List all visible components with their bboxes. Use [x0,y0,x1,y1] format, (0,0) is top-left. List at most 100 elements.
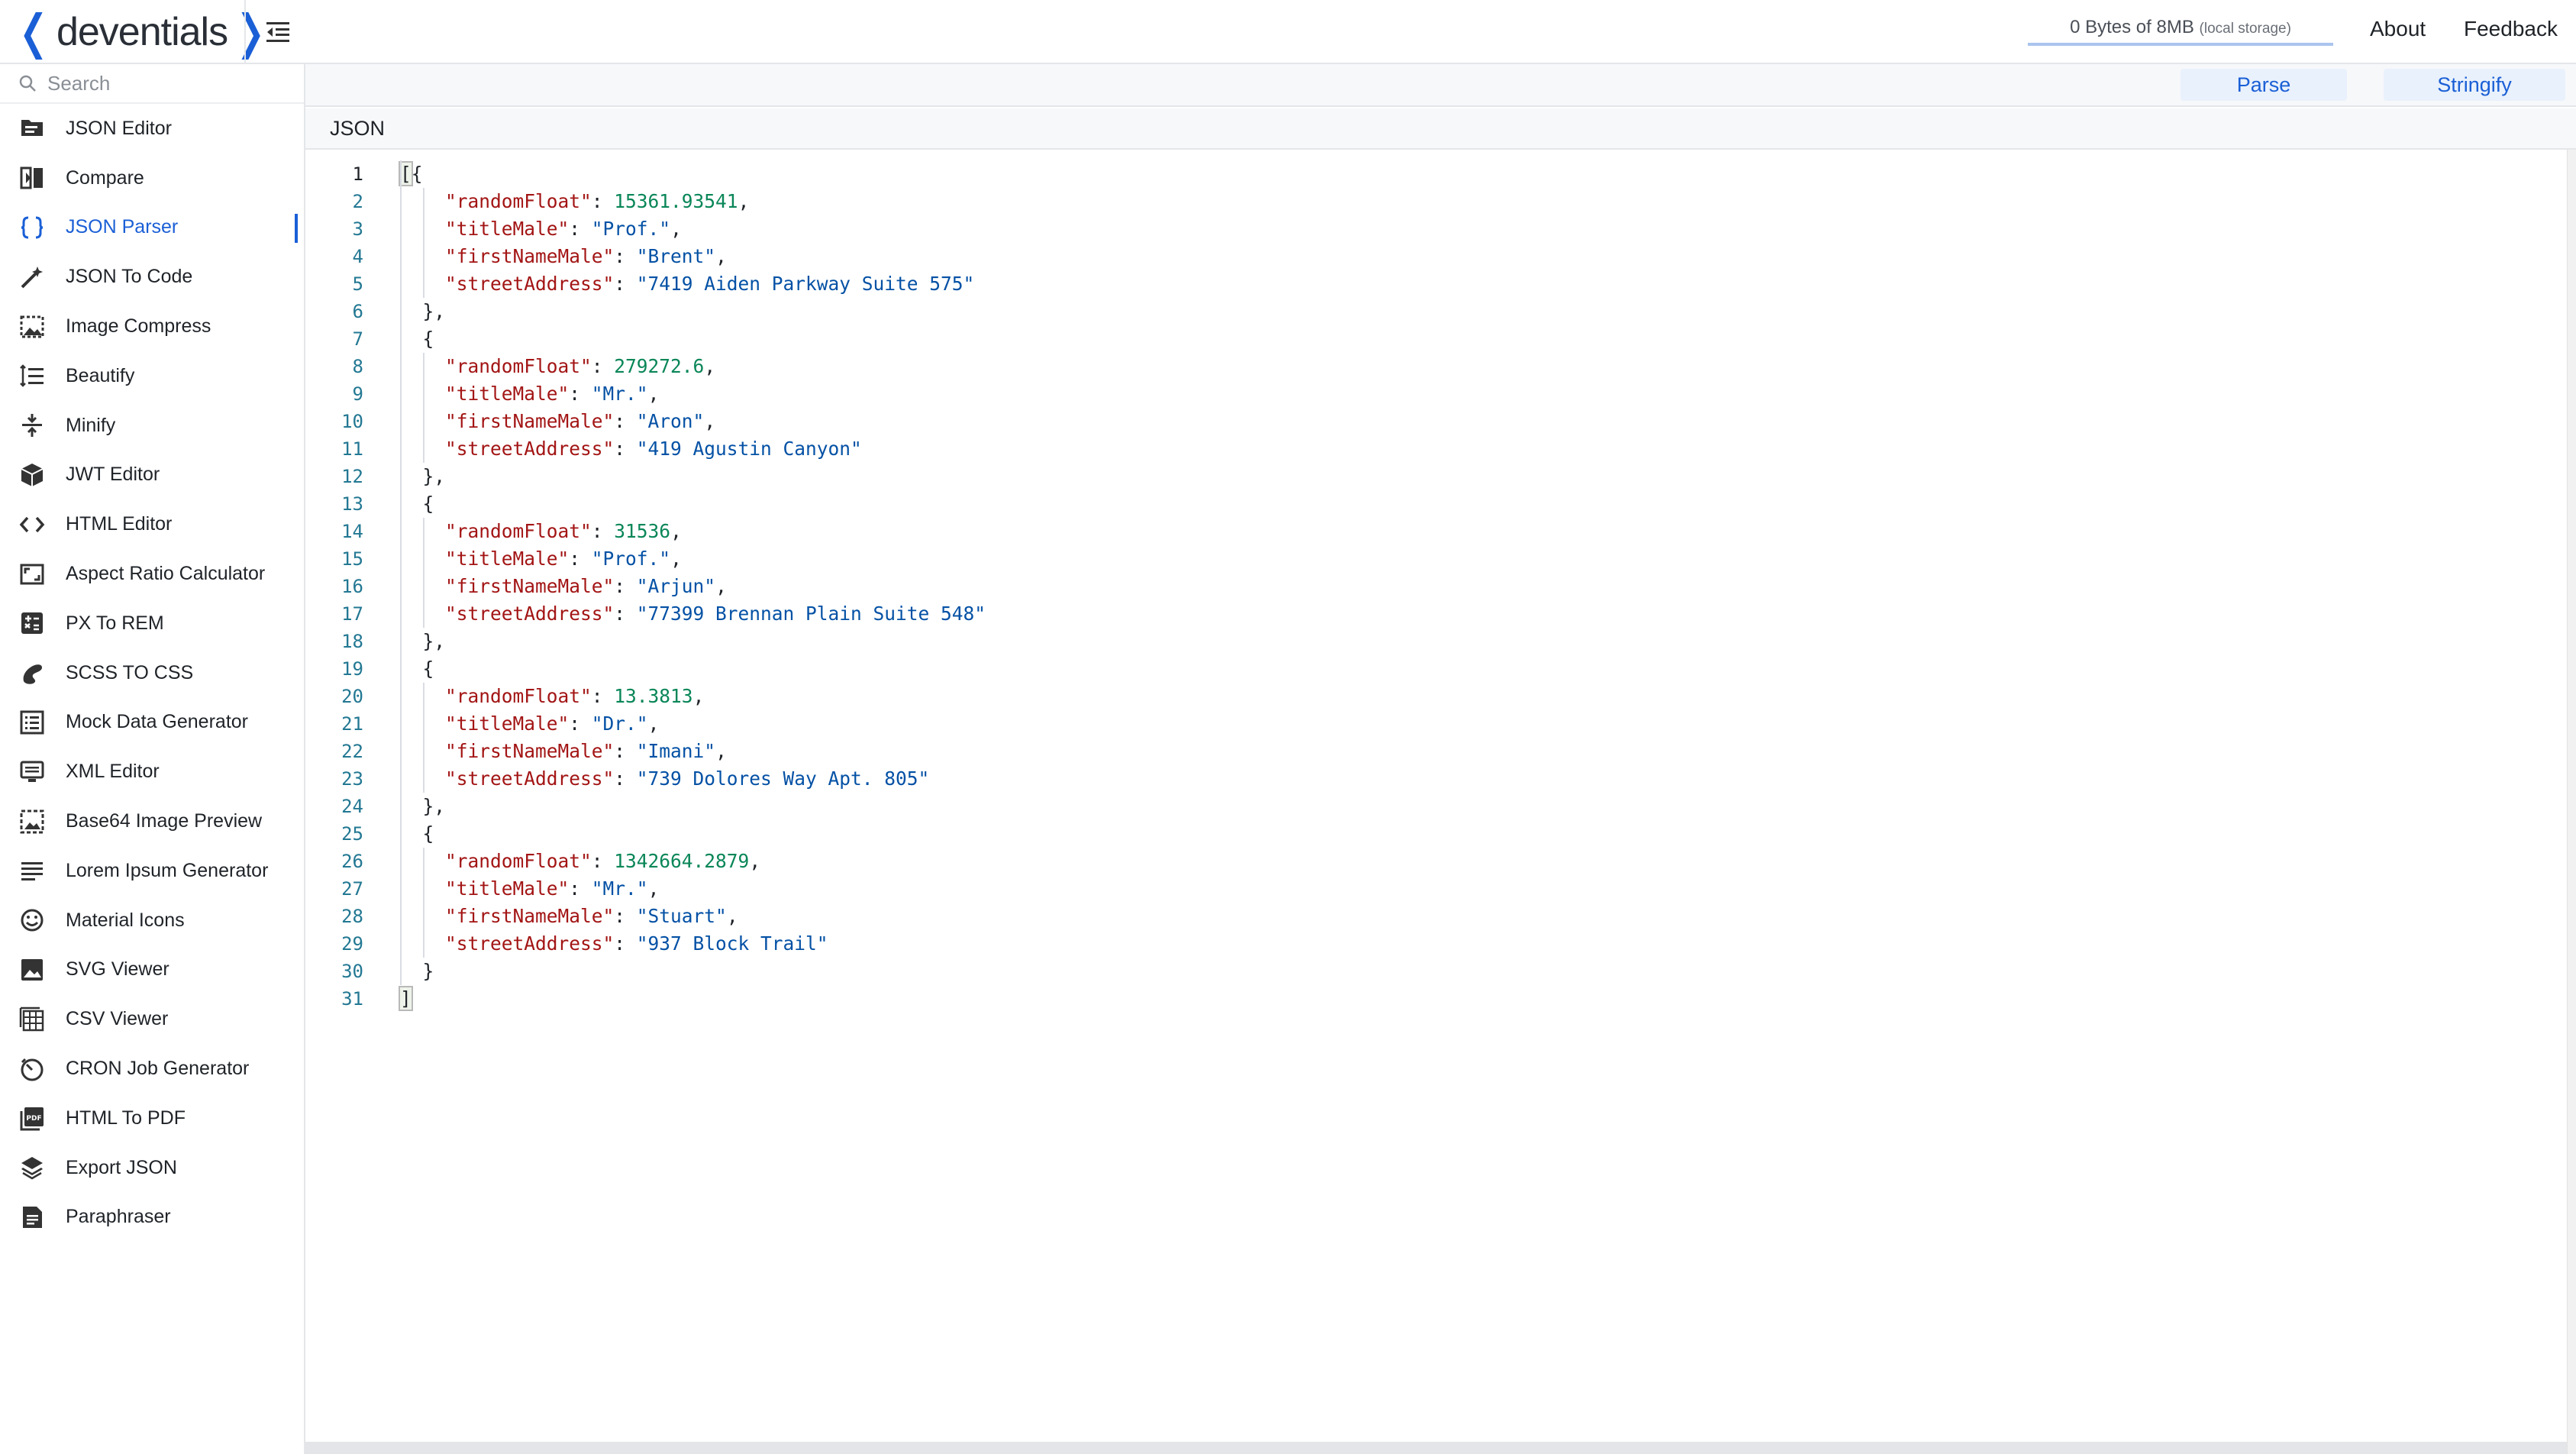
json-key: "streetAddress" [445,273,615,295]
vertical-scrollbar[interactable] [2567,150,2576,1454]
sidebar-item-label: SVG Viewer [66,958,169,981]
indent-guide [400,793,402,820]
horizontal-scrollbar[interactable] [305,1442,2567,1454]
code-line: }, [400,463,2538,490]
code-line: "streetAddress": "937 Block Trail" [400,930,2538,958]
sidebar-item-cron-job-generator[interactable]: CRON Job Generator [0,1044,304,1094]
sidebar-item-xml-editor[interactable]: XML Editor [0,747,304,796]
sidebar-item-jwt-editor[interactable]: JWT Editor [0,451,304,500]
sidebar-item-csv-viewer[interactable]: CSV Viewer [0,994,304,1044]
sidebar-item-json-editor[interactable]: JSON Editor [0,104,304,153]
json-colon: : [569,383,592,405]
sidebar-item-minify[interactable]: Minify [0,401,304,451]
calculator-icon [18,609,46,637]
sidebar-item-scss-to-css[interactable]: SCSS TO CSS [0,648,304,698]
line-number: 10 [341,411,363,432]
timer-icon [18,1055,46,1083]
code-line: "firstNameMale": "Aron", [400,408,2538,435]
indent-guide [400,655,402,683]
json-key: "titleMale" [445,383,570,405]
text-lines-icon [18,857,46,884]
json-brace: { [400,822,434,845]
indent-guide [400,243,402,270]
json-bracket: [ [399,161,413,186]
sidebar-item-paraphraser[interactable]: Paraphraser [0,1193,304,1242]
json-colon: : [614,245,637,267]
line-number: 17 [341,603,363,625]
sass-icon [18,659,46,687]
indent-guide [422,848,424,875]
action-toolbar: Parse JSON Stringify JSON [305,64,2576,128]
line-number: 1 [352,163,363,185]
sidebar-item-label: PX To REM [66,612,164,634]
line-number: 21 [341,713,363,735]
json-colon: : [569,548,592,570]
sidebar-item-label: JSON To Code [66,266,193,288]
indent-guide [400,463,402,490]
sidebar-item-json-to-code[interactable]: JSON To Code [0,252,304,302]
logo-text: deventials [56,10,228,54]
code-content[interactable]: [{ "randomFloat": 15361.93541, "titleMal… [399,160,2538,1013]
sidebar-item-beautify[interactable]: Beautify [0,351,304,401]
app-logo[interactable]: ❬ deventials ❭ [14,5,270,60]
collapse-sidebar-button[interactable] [257,11,299,53]
sidebar-item-html-editor[interactable]: HTML Editor [0,499,304,549]
sidebar-item-mock-data-generator[interactable]: Mock Data Generator [0,698,304,748]
code-line: "randomFloat": 1342664.2879, [400,848,2538,875]
indent-guide [400,545,402,573]
code-line: "firstNameMale": "Imani", [400,738,2538,765]
json-string: "Imani" [636,740,716,762]
editor-title: JSON [305,108,2576,150]
line-number: 6 [352,301,363,322]
stringify-json-button[interactable]: Stringify JSON [2384,69,2565,128]
about-link[interactable]: About [2370,17,2426,41]
json-comma: , [647,877,660,900]
search-input[interactable] [47,71,292,95]
folder-icon [18,115,46,142]
json-string: "Aron" [636,410,705,432]
sidebar-item-image-compress[interactable]: Image Compress [0,302,304,351]
sidebar-item-label: Beautify [66,364,135,386]
line-number: 3 [352,218,363,240]
sidebar-item-compare[interactable]: Compare [0,153,304,203]
indent-guide [400,325,402,353]
sidebar-item-json-parser[interactable]: JSON Parser [0,203,304,253]
sidebar-item-label: Export JSON [66,1156,177,1178]
json-key: "streetAddress" [445,767,615,790]
feedback-link[interactable]: Feedback [2464,17,2558,41]
json-brace: { [411,163,423,185]
code-line: ] [399,985,2538,1013]
code-line: "streetAddress": "739 Dolores Way Apt. 8… [400,765,2538,793]
line-number: 23 [341,768,363,790]
sidebar-item-html-to-pdf[interactable]: PDF HTML To PDF [0,1094,304,1143]
sidebar-item-svg-viewer[interactable]: SVG Viewer [0,945,304,995]
json-colon: : [569,712,592,735]
search-icon [19,75,36,92]
sidebar-item-lorem-ipsum-generator[interactable]: Lorem Ipsum Generator [0,846,304,896]
indent-guide [422,875,424,903]
sidebar-item-label: Compare [66,166,144,189]
code-line: { [400,325,2538,353]
sidebar-item-base64-image-preview[interactable]: Base64 Image Preview [0,796,304,846]
indent-guide [422,573,424,600]
indent-guide [400,380,402,408]
sidebar-item-px-to-rem[interactable]: PX To REM [0,599,304,648]
json-string: "Mr." [591,383,648,405]
line-number: 18 [341,631,363,652]
json-key: "firstNameMale" [445,245,615,267]
json-comma: , [738,190,750,212]
code-line: "streetAddress": "7419 Aiden Parkway Sui… [400,270,2538,298]
json-key: "titleMale" [445,712,570,735]
json-key: "streetAddress" [445,603,615,625]
parse-json-button[interactable]: Parse JSON [2181,69,2347,128]
json-brace: { [400,658,434,680]
code-editor[interactable]: 1 2 3 4 5 6 7 8 9 10 11 12 13 14 15 16 17 18 19 20 21 22 23 24 2… [305,150,2567,1442]
sidebar-item-material-icons[interactable]: Material Icons [0,896,304,945]
line-number: 9 [352,383,363,405]
json-brace: }, [400,630,446,652]
code-line: [{ [399,160,2538,188]
sidebar-item-aspect-ratio-calculator[interactable]: Aspect Ratio Calculator [0,549,304,599]
sidebar-item-export-json[interactable]: Export JSON [0,1143,304,1193]
code-line: }, [400,628,2538,655]
code-line: "streetAddress": "77399 Brennan Plain Su… [400,600,2538,628]
